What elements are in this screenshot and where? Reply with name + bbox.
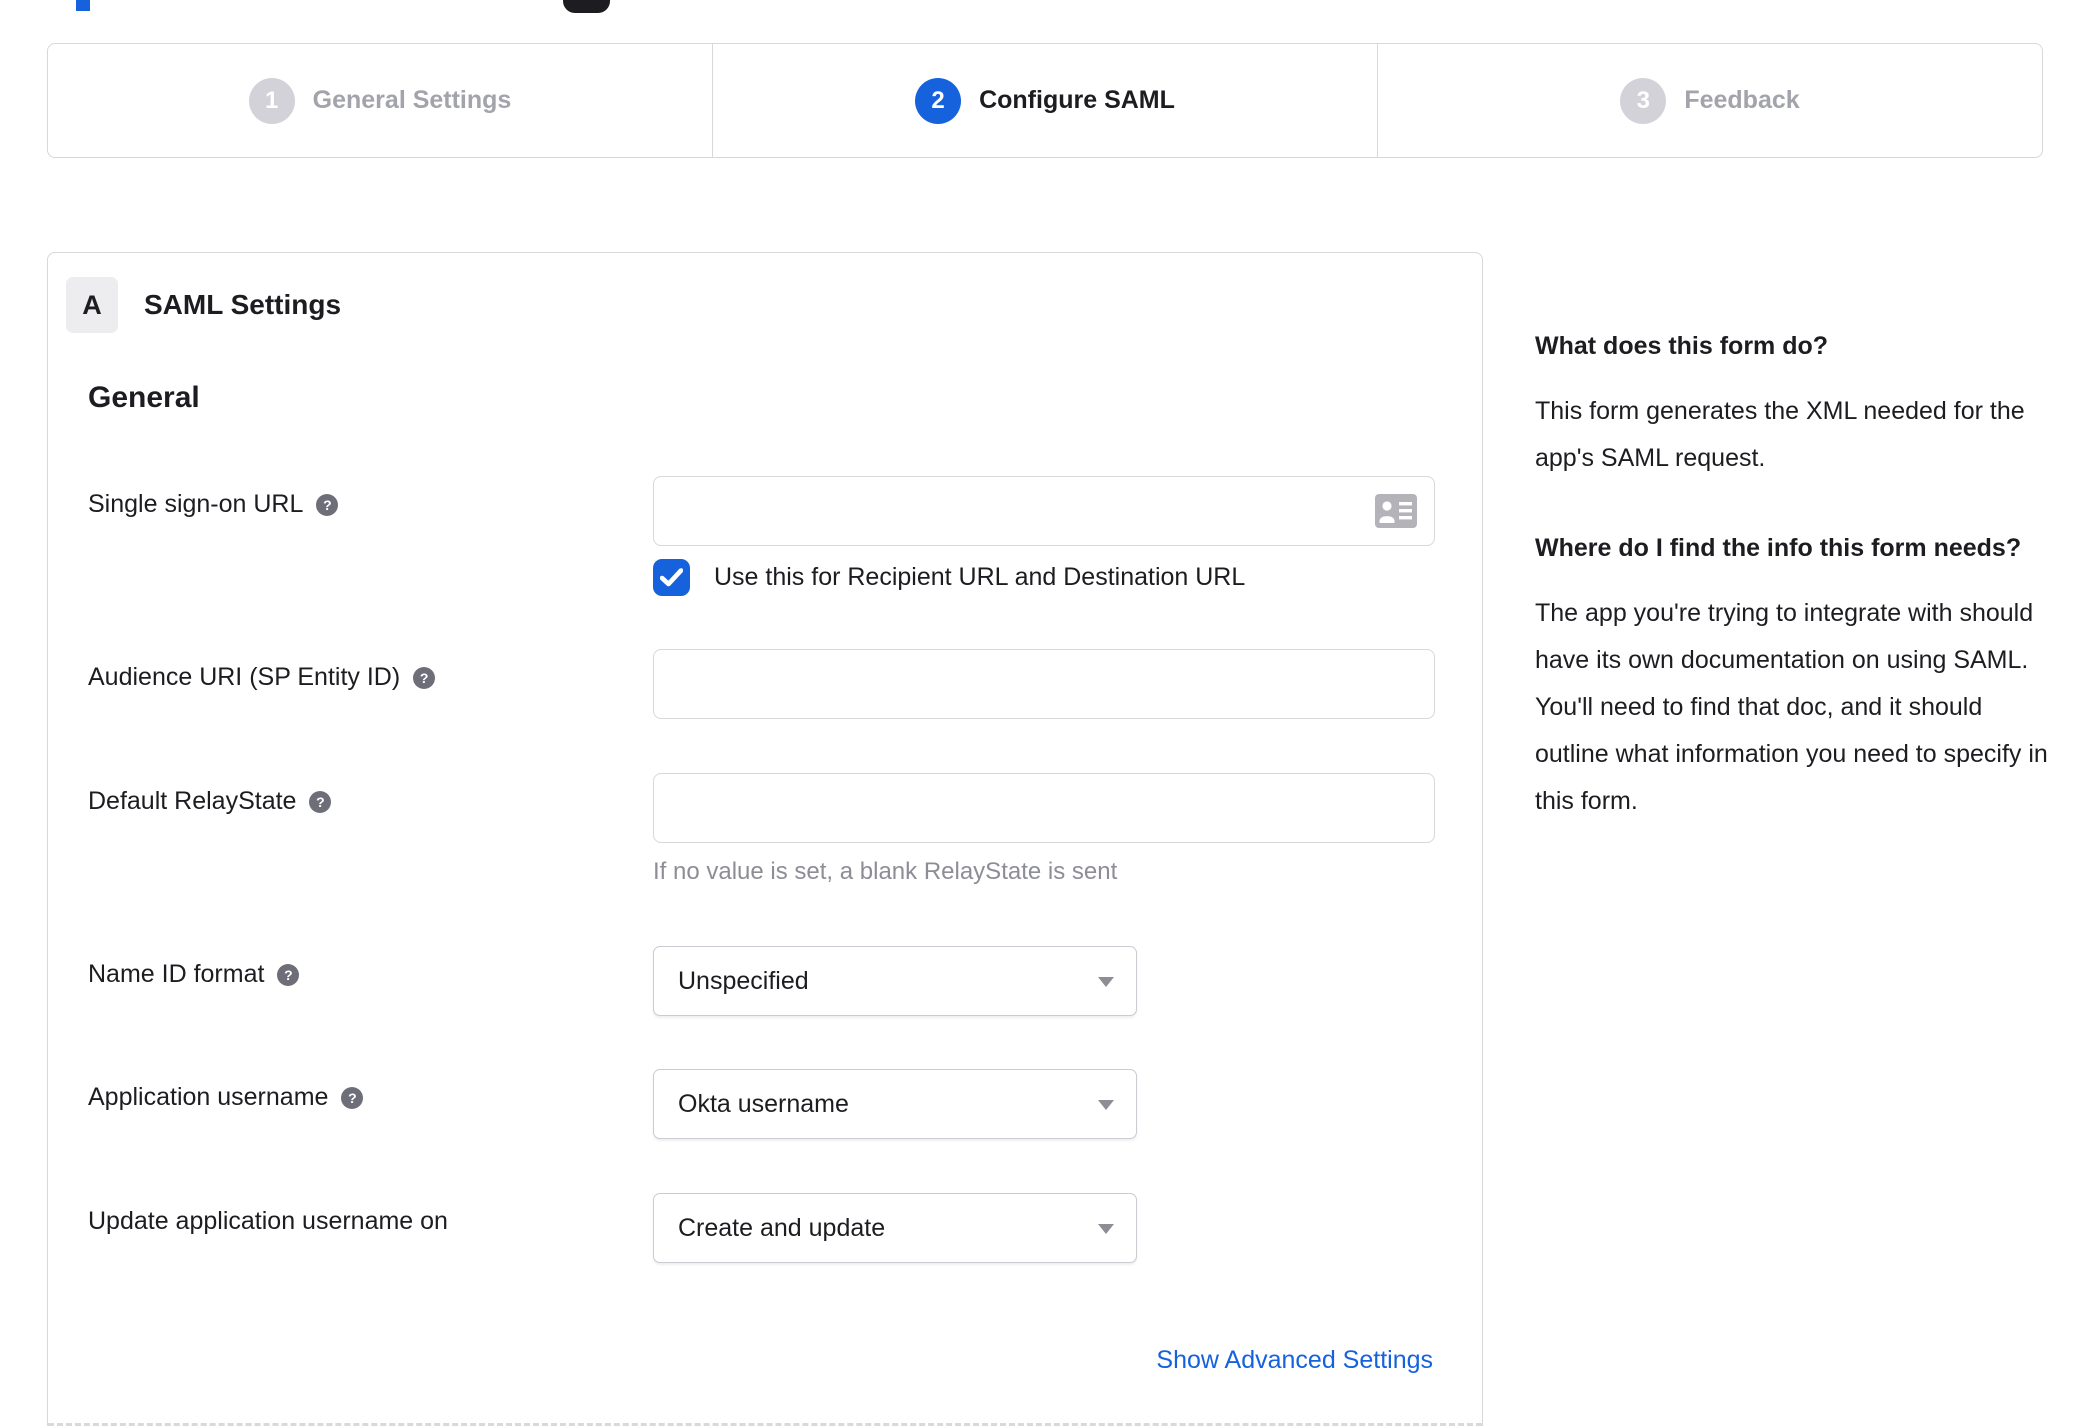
relaystate-row: Default RelayState ? If no value is set,… bbox=[88, 773, 1444, 885]
step-label: Configure SAML bbox=[979, 86, 1175, 114]
help-icon[interactable]: ? bbox=[277, 963, 300, 986]
checkmark-icon bbox=[660, 568, 683, 587]
update-username-label: Update application username on bbox=[88, 1207, 448, 1235]
application-username-label: Application username bbox=[88, 1083, 329, 1111]
step-label: Feedback bbox=[1684, 86, 1800, 114]
step-number-badge: 1 bbox=[248, 77, 295, 124]
update-username-select[interactable]: Create and update bbox=[653, 1193, 1137, 1263]
step-number-badge: 3 bbox=[1620, 77, 1667, 124]
relaystate-label: Default RelayState bbox=[88, 787, 297, 815]
update-username-label-wrap: Update application username on bbox=[88, 1207, 448, 1236]
audience-uri-label: Audience URI (SP Entity ID) bbox=[88, 663, 401, 691]
wizard-stepper: 1 General Settings 2 Configure SAML 3 Fe… bbox=[47, 43, 2043, 158]
audience-uri-row: Audience URI (SP Entity ID) ? bbox=[88, 649, 1444, 719]
help-question-2: Where do I find the info this form needs… bbox=[1535, 534, 2022, 562]
clipped-content-artifact-blue bbox=[76, 0, 90, 11]
help-icon[interactable]: ? bbox=[316, 493, 339, 516]
help-answer-1: This form generates the XML needed for t… bbox=[1535, 397, 2025, 472]
sso-url-input[interactable] bbox=[653, 476, 1435, 546]
chevron-down-icon bbox=[1098, 977, 1114, 987]
section-header: A SAML Settings bbox=[66, 277, 341, 333]
sso-url-label-wrap: Single sign-on URL ? bbox=[88, 490, 339, 519]
sso-url-row: Single sign-on URL ? Use this for Recipi… bbox=[88, 476, 1444, 596]
step-feedback[interactable]: 3 Feedback bbox=[1377, 44, 2042, 157]
help-icon[interactable]: ? bbox=[341, 1086, 364, 1109]
recipient-url-checkbox[interactable] bbox=[653, 559, 690, 596]
recipient-url-checkbox-label: Use this for Recipient URL and Destinati… bbox=[714, 563, 1246, 591]
nameid-format-value: Unspecified bbox=[678, 966, 809, 995]
sso-recipient-checkbox-row: Use this for Recipient URL and Destinati… bbox=[653, 559, 1245, 596]
section-title: SAML Settings bbox=[144, 289, 342, 320]
help-icon[interactable]: ? bbox=[309, 790, 332, 813]
audience-uri-input[interactable] bbox=[653, 649, 1435, 719]
step-number-badge: 2 bbox=[915, 77, 962, 124]
show-advanced-settings-link[interactable]: Show Advanced Settings bbox=[1156, 1346, 1433, 1375]
relaystate-label-wrap: Default RelayState ? bbox=[88, 787, 332, 816]
help-sidebar: What does this form do? This form genera… bbox=[1535, 328, 2050, 873]
help-icon[interactable]: ? bbox=[413, 666, 436, 689]
chevron-down-icon bbox=[1098, 1224, 1114, 1234]
step-label: General Settings bbox=[312, 86, 512, 114]
nameid-format-label-wrap: Name ID format ? bbox=[88, 960, 300, 989]
relaystate-helper-text: If no value is set, a blank RelayState i… bbox=[653, 858, 1118, 885]
nameid-format-label: Name ID format bbox=[88, 960, 265, 988]
application-username-select[interactable]: Okta username bbox=[653, 1069, 1137, 1139]
saml-settings-panel: A SAML Settings General Single sign-on U… bbox=[47, 252, 1483, 1426]
update-username-value: Create and update bbox=[678, 1213, 886, 1242]
chevron-down-icon bbox=[1098, 1100, 1114, 1110]
sso-url-label: Single sign-on URL bbox=[88, 490, 304, 518]
step-configure-saml[interactable]: 2 Configure SAML bbox=[712, 44, 1377, 157]
section-a-badge: A bbox=[66, 277, 118, 333]
audience-uri-label-wrap: Audience URI (SP Entity ID) ? bbox=[88, 663, 436, 692]
clipped-content-artifact-dark bbox=[563, 0, 610, 13]
contact-autofill-icon[interactable] bbox=[1375, 494, 1417, 528]
help-question-1: What does this form do? bbox=[1535, 332, 1829, 360]
help-answer-2: The app you're trying to integrate with … bbox=[1535, 599, 2048, 815]
step-general-settings[interactable]: 1 General Settings bbox=[48, 44, 712, 157]
application-username-label-wrap: Application username ? bbox=[88, 1083, 364, 1112]
relaystate-input[interactable] bbox=[653, 773, 1435, 843]
general-group-heading: General bbox=[88, 381, 200, 414]
application-username-value: Okta username bbox=[678, 1089, 849, 1118]
nameid-format-select[interactable]: Unspecified bbox=[653, 946, 1137, 1016]
